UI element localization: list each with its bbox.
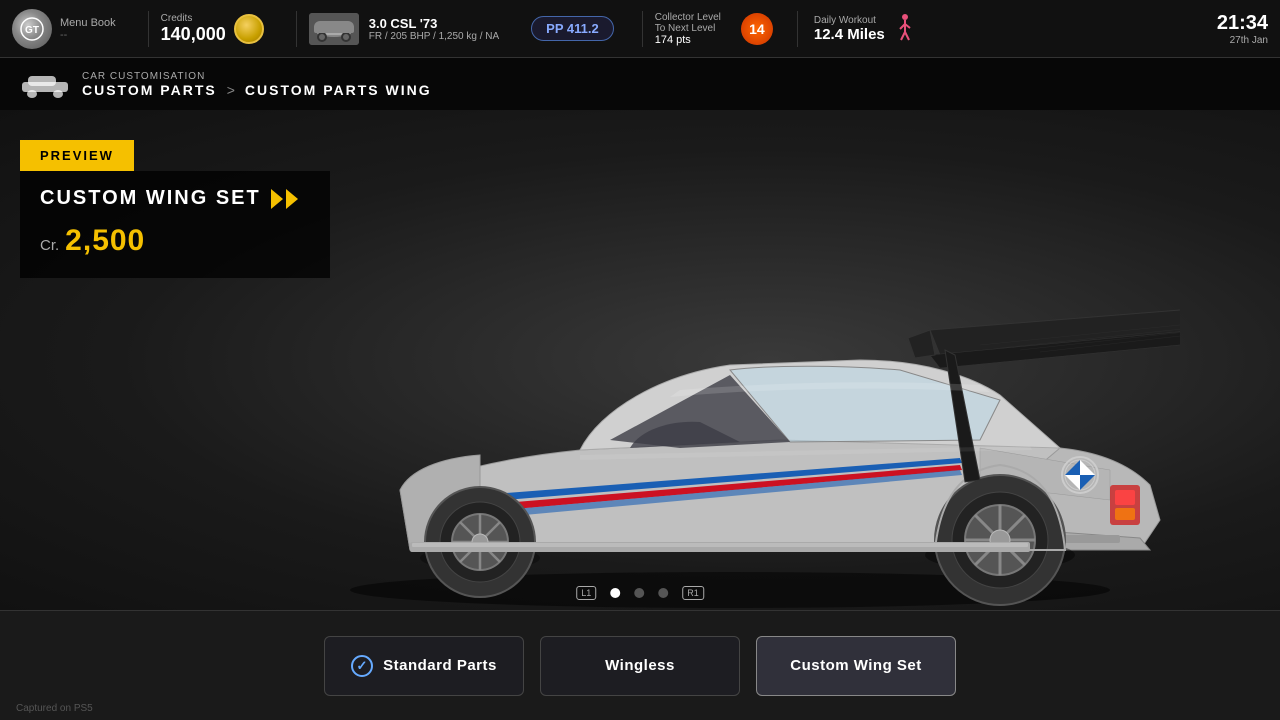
- carousel-dot-2[interactable]: [634, 588, 644, 598]
- carousel-dots: L1 R1: [576, 586, 704, 600]
- carousel-dot-3[interactable]: [658, 588, 668, 598]
- daily-workout-miles: 12.4 Miles: [814, 26, 885, 43]
- collector-label: Collector Level: [655, 12, 721, 23]
- clock-date: 27th Jan: [1230, 35, 1268, 46]
- runner-icon: [895, 13, 915, 45]
- chevron-1: [271, 189, 283, 209]
- standard-parts-label: Standard Parts: [383, 657, 497, 674]
- standard-parts-button[interactable]: ✓ Standard Parts: [324, 636, 524, 696]
- breadcrumb-section-label: CAR CUSTOMISATION: [82, 71, 432, 82]
- daily-workout-label: Daily Workout: [814, 15, 885, 26]
- pp-badge: PP 411.2: [531, 16, 614, 41]
- car-visual: BMW: [280, 190, 1180, 610]
- menu-book-label: Menu Book: [60, 17, 116, 29]
- collector-next-label: To Next Level: [655, 23, 721, 34]
- right-trigger-label: R1: [682, 586, 704, 600]
- price-amount: 2,500: [65, 224, 145, 258]
- main-viewport: BMW: [0, 110, 1280, 610]
- collector-level-badge: 14: [741, 13, 773, 45]
- collector-section: Collector Level To Next Level 174 pts: [655, 12, 721, 46]
- wingless-label: Wingless: [605, 657, 675, 674]
- breadcrumb-wing: CUSTOM PARTS WING: [245, 82, 432, 98]
- car-name: 3.0 CSL '73: [369, 16, 499, 31]
- credits-coin-icon: [234, 14, 264, 44]
- left-trigger-label: L1: [576, 586, 596, 600]
- breadcrumb-parts: CUSTOM PARTS: [82, 82, 217, 98]
- menu-book-sub: --: [60, 29, 116, 41]
- preview-price: Cr. 2,500: [40, 224, 310, 258]
- preview-content: CUSTOM WING SET Cr. 2,500: [20, 171, 330, 278]
- time-area: 21:34 27th Jan: [1217, 12, 1268, 46]
- bottom-bar: ✓ Standard Parts Wingless Custom Wing Se…: [0, 610, 1280, 720]
- credits-label: Credits: [161, 13, 226, 24]
- chevron-2: [286, 189, 298, 209]
- divider-4: [797, 11, 798, 47]
- preview-name-row: CUSTOM WING SET: [40, 187, 310, 210]
- preview-badge: PREVIEW: [20, 140, 134, 171]
- car-thumbnail: [309, 13, 359, 45]
- breadcrumb-bar: CAR CUSTOMISATION CUSTOM PARTS > CUSTOM …: [0, 58, 1280, 110]
- clock-time: 21:34: [1217, 12, 1268, 35]
- price-cr-label: Cr.: [40, 237, 59, 254]
- divider-1: [148, 11, 149, 47]
- svg-text:GT: GT: [25, 25, 39, 36]
- capture-label: Captured on PS5: [16, 703, 93, 714]
- preview-panel: PREVIEW CUSTOM WING SET Cr. 2,500: [20, 140, 330, 278]
- car-specs: FR / 205 BHP / 1,250 kg / NA: [369, 31, 499, 42]
- preview-chevrons-icon: [271, 189, 298, 209]
- standard-parts-check-icon: ✓: [351, 655, 373, 677]
- top-bar: GT Menu Book -- Credits 140,000 3.0 CSL …: [0, 0, 1280, 58]
- custom-wing-set-button[interactable]: Custom Wing Set: [756, 636, 956, 696]
- breadcrumb-separator: >: [227, 82, 235, 98]
- divider-2: [296, 11, 297, 47]
- car-info: 3.0 CSL '73 FR / 205 BHP / 1,250 kg / NA: [369, 16, 499, 42]
- divider-3: [642, 11, 643, 47]
- credits-section: Credits 140,000: [161, 13, 226, 45]
- gt-logo: GT: [12, 9, 52, 49]
- preview-name: CUSTOM WING SET: [40, 187, 261, 210]
- daily-workout-section: Daily Workout 12.4 Miles: [814, 15, 885, 43]
- collector-pts: 174 pts: [655, 34, 721, 46]
- wingless-button[interactable]: Wingless: [540, 636, 740, 696]
- carousel-dot-1[interactable]: [610, 588, 620, 598]
- credits-value: 140,000: [161, 24, 226, 45]
- menu-book-section: Menu Book --: [60, 17, 116, 41]
- car-thumbnail-area: 3.0 CSL '73 FR / 205 BHP / 1,250 kg / NA: [309, 13, 499, 45]
- car-silhouette-icon: [20, 70, 70, 98]
- custom-wing-set-label: Custom Wing Set: [790, 657, 922, 674]
